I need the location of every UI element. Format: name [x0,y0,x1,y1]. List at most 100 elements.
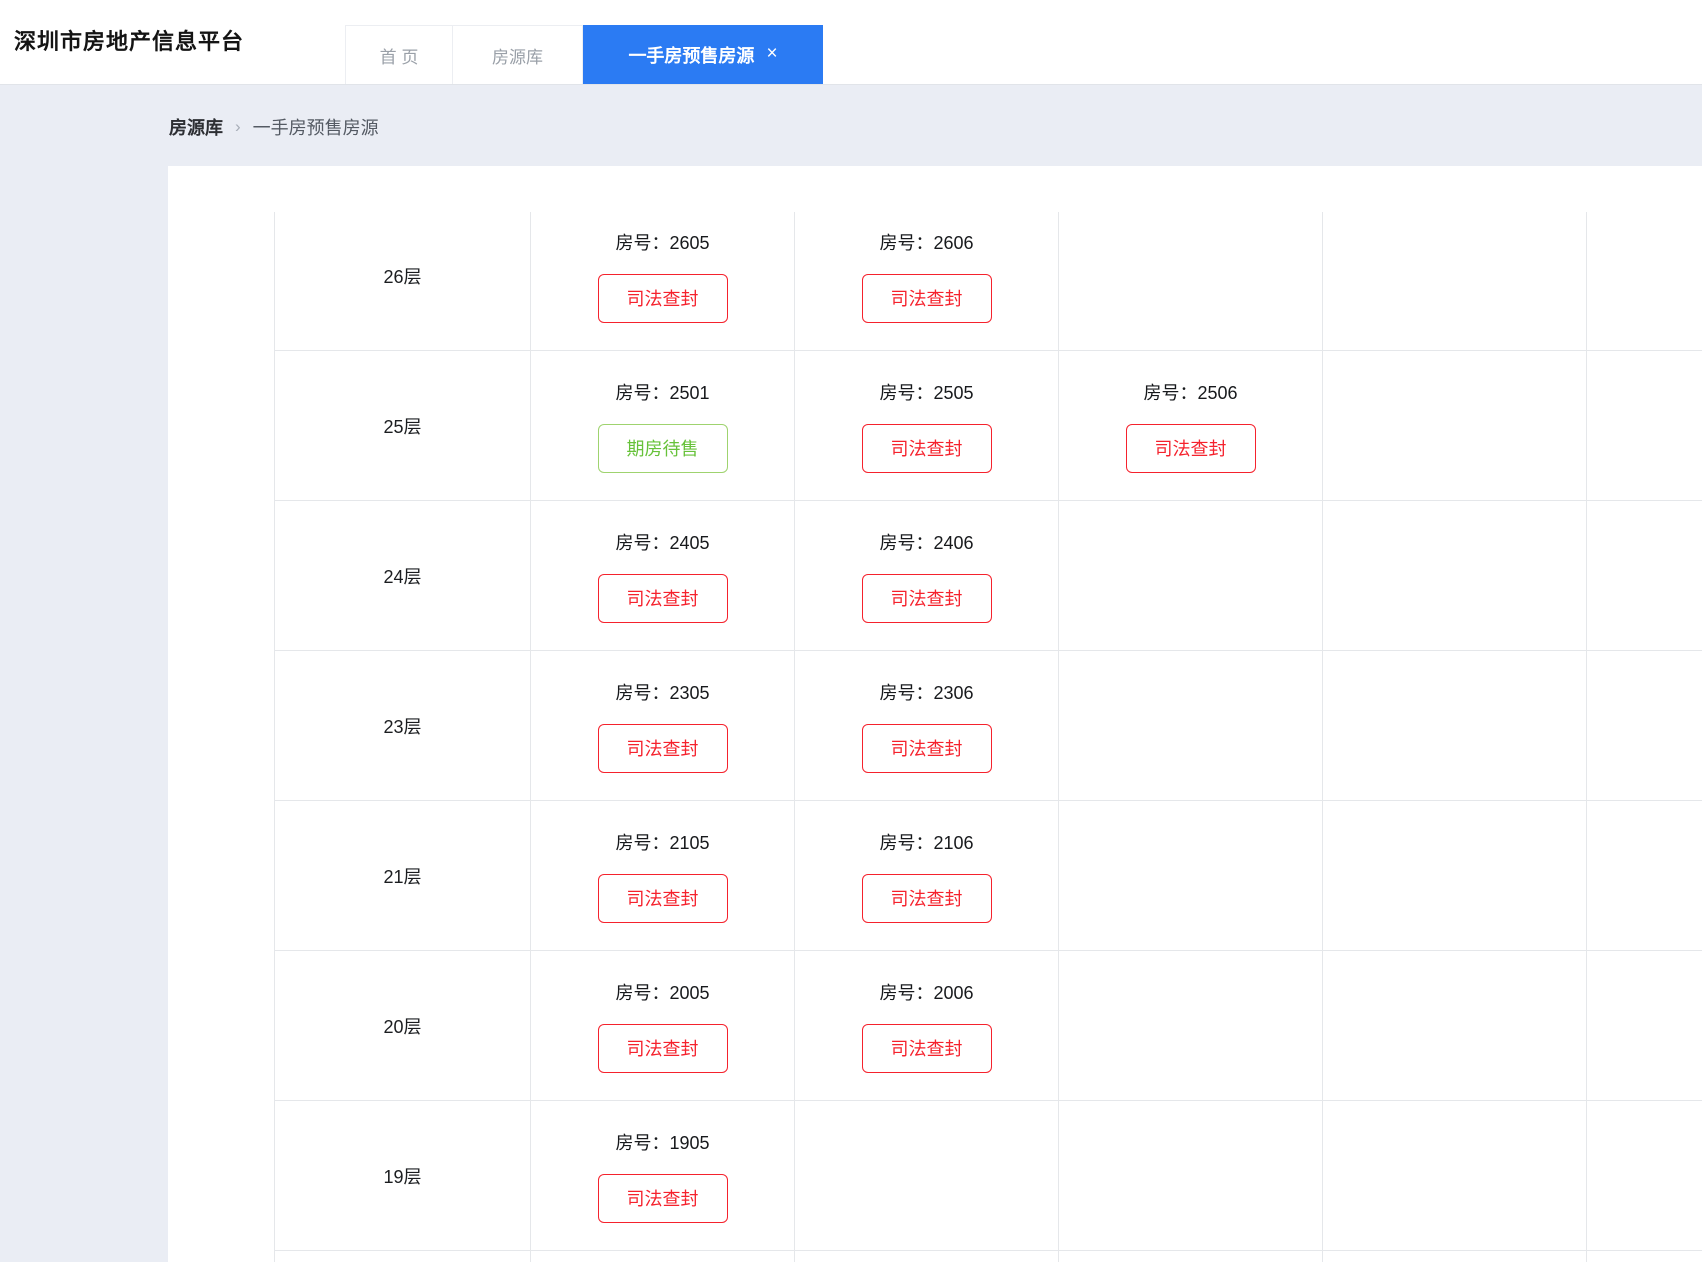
room-number: 房号：2106 [879,829,973,855]
room-number-value: 2505 [933,382,974,403]
empty-room-cell [794,1251,1058,1262]
room-number-value: 2305 [669,682,710,703]
status-badge-judicial-seizure: 司法查封 [597,1173,728,1223]
tab-home[interactable]: 首 页 [345,25,452,84]
room-cell[interactable]: 房号：2606 司法查封 [794,212,1058,350]
room-number-label: 房号： [615,382,670,403]
floor-row: 23层 房号：2305 司法查封 房号：2306 司法查封 [274,651,1702,801]
floor-row: 24层 房号：2405 司法查封 房号：2406 司法查封 [274,501,1702,651]
status-badge-judicial-seizure: 司法查封 [861,873,992,923]
room-number: 房号：2105 [615,829,709,855]
room-number-value: 2306 [933,682,974,703]
room-number: 房号：2406 [879,529,973,555]
floor-unit-grid: 26层 房号：2605 司法查封 房号：2606 司法查封 25层 房号：2501 期房待售房… [274,212,1702,1262]
empty-room-cell [1322,1251,1586,1262]
room-cell[interactable]: 房号：2006 司法查封 [794,951,1058,1100]
room-cell[interactable]: 房号：2501 期房待售 [530,351,794,500]
app-title: 深圳市房地产信息平台 [14,29,245,54]
breadcrumb-current-page: 一手房预售房源 [252,118,379,138]
room-number: 房号：2405 [615,529,709,555]
breadcrumb-separator-icon: › [235,117,241,136]
floor-cell: 21层 [274,801,530,950]
empty-room-cell [1586,1101,1702,1250]
empty-room-cell [1322,1101,1586,1250]
room-number: 房号：2606 [879,229,973,255]
room-cell[interactable]: 房号：1905 司法查封 [530,1101,794,1250]
status-badge-judicial-seizure: 司法查封 [597,723,728,773]
empty-room-cell [1586,1251,1702,1262]
room-number-label: 房号： [1143,382,1198,403]
room-number-label: 房号： [615,682,670,703]
floor-cell: 20层 [274,951,530,1100]
status-badge-presale: 期房待售 [597,423,728,473]
room-number-label: 房号： [615,532,670,553]
floor-cell: 23层 [274,651,530,800]
floor-unit-table: 26层 房号：2605 司法查封 房号：2606 司法查封 25层 房号：2501 期房待售房… [274,212,1702,1262]
room-number: 房号：2506 [1143,379,1237,405]
room-number: 房号：2305 [615,679,709,705]
floor-row: 21层 房号：2105 司法查封 房号：2106 司法查封 [274,801,1702,951]
empty-room-cell [1322,351,1586,500]
tab-presale-units[interactable]: 一手房预售房源 × [583,25,823,84]
room-cell[interactable]: 房号：2305 司法查封 [530,651,794,800]
room-number-label: 房号： [615,982,670,1003]
room-number: 房号：2006 [879,979,973,1005]
room-cell[interactable]: 房号：2605 司法查封 [530,212,794,350]
status-badge-judicial-seizure: 司法查封 [597,573,728,623]
empty-room-cell [530,1251,794,1262]
empty-room-cell [1586,951,1702,1100]
room-number-value: 2406 [933,532,974,553]
empty-room-cell [1586,651,1702,800]
floor-cell: 19层 [274,1101,530,1250]
room-cell[interactable]: 房号：2106 司法查封 [794,801,1058,950]
status-badge-judicial-seizure: 司法查封 [1125,423,1256,473]
tab-housing-library[interactable]: 房源库 [452,25,583,84]
room-number-value: 2105 [669,832,710,853]
empty-room-cell [1058,501,1322,650]
room-number-label: 房号： [879,382,934,403]
empty-room-cell [1586,351,1702,500]
room-number: 房号：2605 [615,229,709,255]
room-number-label: 房号： [879,232,934,253]
room-number: 房号：1905 [615,1129,709,1155]
room-cell[interactable]: 房号：2506 司法查封 [1058,351,1322,500]
room-number-label: 房号： [615,832,670,853]
floor-cell: 24层 [274,501,530,650]
status-badge-judicial-seizure: 司法查封 [861,273,992,323]
room-number-label: 房号： [879,832,934,853]
empty-room-cell [1322,801,1586,950]
floor-cell: 26层 [274,212,530,350]
floor-row: 25层 房号：2501 期房待售 房号：2505 司法查封 房号：2506 司法查封 [274,351,1702,501]
floor-row: 20层 房号：2005 司法查封 房号：2006 司法查封 [274,951,1702,1101]
room-cell[interactable]: 房号：2405 司法查封 [530,501,794,650]
empty-room-cell [1586,212,1702,350]
empty-room-cell [1322,651,1586,800]
empty-room-cell [1322,212,1586,350]
breadcrumb: 房源库 › 一手房预售房源 [169,116,379,138]
floor-row: 19层 房号：1905 司法查封 [274,1101,1702,1251]
floor-cell: 25层 [274,351,530,500]
room-number-label: 房号： [615,232,670,253]
room-cell[interactable]: 房号：2005 司法查封 [530,951,794,1100]
close-tab-icon[interactable]: × [766,44,777,63]
floor-row: 26层 房号：2605 司法查封 房号：2606 司法查封 [274,212,1702,351]
room-cell[interactable]: 房号：2306 司法查封 [794,651,1058,800]
room-number-value: 2005 [669,982,710,1003]
empty-room-cell [1058,651,1322,800]
room-cell[interactable]: 房号：2105 司法查封 [530,801,794,950]
empty-room-cell [1322,501,1586,650]
tab-bar: 首 页 房源库 一手房预售房源 × [345,25,823,84]
room-number-label: 房号： [879,532,934,553]
room-number: 房号：2501 [615,379,709,405]
room-number: 房号：2505 [879,379,973,405]
room-number-label: 房号： [615,1132,670,1153]
room-number-value: 2605 [669,232,710,253]
content-card: 26层 房号：2605 司法查封 房号：2606 司法查封 25层 房号：2501 期房待售房… [168,166,1702,1262]
empty-room-cell [794,1101,1058,1250]
room-cell[interactable]: 房号：2505 司法查封 [794,351,1058,500]
status-badge-judicial-seizure: 司法查封 [597,1023,728,1073]
room-cell[interactable]: 房号：2406 司法查封 [794,501,1058,650]
status-badge-judicial-seizure: 司法查封 [861,573,992,623]
breadcrumb-housing-library[interactable]: 房源库 [169,114,223,140]
empty-room-cell [1322,951,1586,1100]
